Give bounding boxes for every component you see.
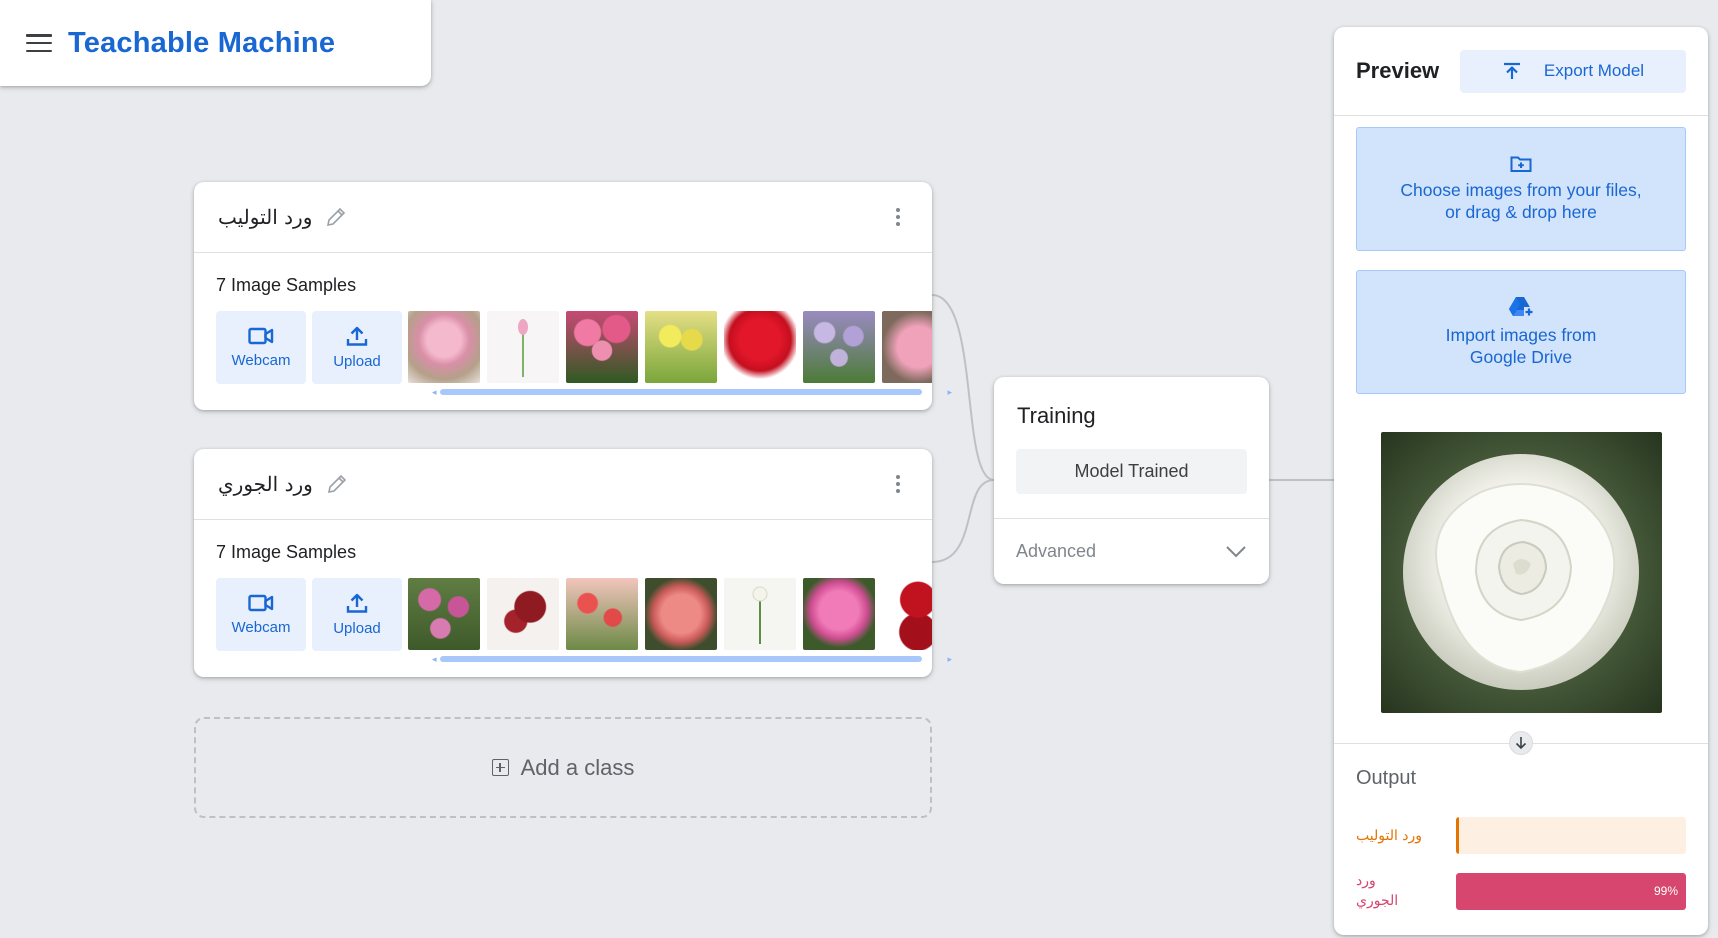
class-options-menu-icon[interactable] <box>888 205 908 229</box>
output-row-tulip: ورد التوليب <box>1356 817 1686 854</box>
advanced-label: Advanced <box>1016 541 1097 561</box>
tulip-thumbnail[interactable] <box>803 311 875 383</box>
upload-button[interactable]: Upload <box>312 311 402 384</box>
preview-title: Preview <box>1356 58 1440 83</box>
add-box-icon <box>491 759 509 776</box>
choose-files-dropzone[interactable]: Choose images from your files, or drag &… <box>1356 127 1686 251</box>
tulip-thumbnail[interactable] <box>882 311 932 383</box>
chevron-down-icon <box>1226 545 1246 557</box>
confidence-fill <box>1455 817 1459 854</box>
folder-add-icon <box>1510 156 1532 172</box>
class-name[interactable]: ورد التوليب <box>218 205 312 229</box>
model-trained-button[interactable]: Model Trained <box>1016 449 1247 494</box>
arrow-down-icon <box>1509 731 1533 755</box>
choose-files-line1: Choose images from your files, <box>1400 180 1642 200</box>
tulip-thumbnail[interactable] <box>645 311 717 383</box>
app-title[interactable]: Teachable Machine <box>68 27 335 60</box>
upload-button[interactable]: Upload <box>312 578 402 651</box>
tulip-thumbnail[interactable] <box>724 311 796 383</box>
tulip-thumbnail[interactable] <box>566 311 638 383</box>
thumbnails-scrollbar[interactable]: ◂ ▸ <box>432 653 952 664</box>
confidence-bar: 99% <box>1455 872 1686 910</box>
class-card-1: ورد التوليب 7 Image Samples Webcam Uploa… <box>194 182 952 410</box>
add-class-button[interactable]: Add a class <box>194 717 932 818</box>
output-title: Output <box>1356 767 1417 789</box>
class-header: ورد الجوري <box>194 449 932 520</box>
export-model-button[interactable]: Export Model <box>1460 49 1686 93</box>
webcam-icon <box>248 327 274 345</box>
thumbnails-scrollbar[interactable]: ◂ ▸ <box>432 386 952 397</box>
upload-label: Upload <box>333 353 381 370</box>
upload-label: Upload <box>333 620 381 637</box>
rose-thumbnail[interactable] <box>645 578 717 650</box>
rose-thumbnail[interactable] <box>408 578 480 650</box>
choose-files-line2: or drag & drop here <box>1445 202 1597 222</box>
upload-icon <box>346 326 368 346</box>
sample-thumbnails <box>408 578 932 650</box>
rose-thumbnail[interactable] <box>882 578 932 650</box>
samples-count-label: 7 Image Samples <box>216 542 357 562</box>
sample-thumbnails <box>408 311 932 383</box>
upload-icon <box>346 593 368 613</box>
tulip-thumbnail[interactable] <box>487 311 559 383</box>
drive-line2: Google Drive <box>1469 347 1573 367</box>
edit-pencil-icon[interactable] <box>324 205 348 229</box>
add-class-label: Add a class <box>520 754 635 780</box>
rose-thumbnail[interactable] <box>724 578 796 650</box>
drive-line1: Import images from <box>1445 325 1597 345</box>
confidence-percent: 99% <box>1653 884 1678 898</box>
output-label-line2: الجوري <box>1356 893 1399 909</box>
training-title: Training <box>1017 403 1096 428</box>
samples-count-label: 7 Image Samples <box>216 275 357 295</box>
app-header: Teachable Machine <box>0 0 431 86</box>
class-name[interactable]: ورد الجوري <box>218 472 313 496</box>
edit-pencil-icon[interactable] <box>325 472 349 496</box>
webcam-button[interactable]: Webcam <box>216 311 306 384</box>
webcam-icon <box>248 594 274 612</box>
hamburger-icon[interactable] <box>26 34 52 52</box>
webcam-label: Webcam <box>231 352 291 369</box>
rose-thumbnail[interactable] <box>803 578 875 650</box>
output-label-line1: ورد <box>1356 873 1376 889</box>
class-options-menu-icon[interactable] <box>888 472 908 496</box>
import-google-drive-button[interactable]: Import images from Google Drive <box>1356 270 1686 394</box>
training-panel: Training Model Trained Advanced <box>994 377 1269 584</box>
advanced-toggle[interactable]: Advanced <box>994 518 1269 584</box>
class-card-2: ورد الجوري 7 Image Samples Webcam Upload <box>194 449 952 677</box>
webcam-button[interactable]: Webcam <box>216 578 306 651</box>
rose-thumbnail[interactable] <box>487 578 559 650</box>
output-label: ورد التوليب <box>1356 827 1423 844</box>
export-upload-icon <box>1503 62 1520 79</box>
rose-thumbnail[interactable] <box>566 578 638 650</box>
preview-panel: Preview Export Model Choose images from … <box>1334 27 1708 935</box>
confidence-fill <box>1455 872 1686 910</box>
export-model-label: Export Model <box>1543 61 1645 80</box>
webcam-label: Webcam <box>231 619 291 636</box>
preview-image <box>1380 432 1662 713</box>
google-drive-add-icon <box>1509 297 1534 317</box>
class-header: ورد التوليب <box>194 182 932 253</box>
output-label: ورد الجوري <box>1356 871 1456 911</box>
confidence-bar <box>1455 817 1686 854</box>
output-row-rose: ورد الجوري 99% <box>1356 871 1686 911</box>
tulip-thumbnail[interactable] <box>408 311 480 383</box>
